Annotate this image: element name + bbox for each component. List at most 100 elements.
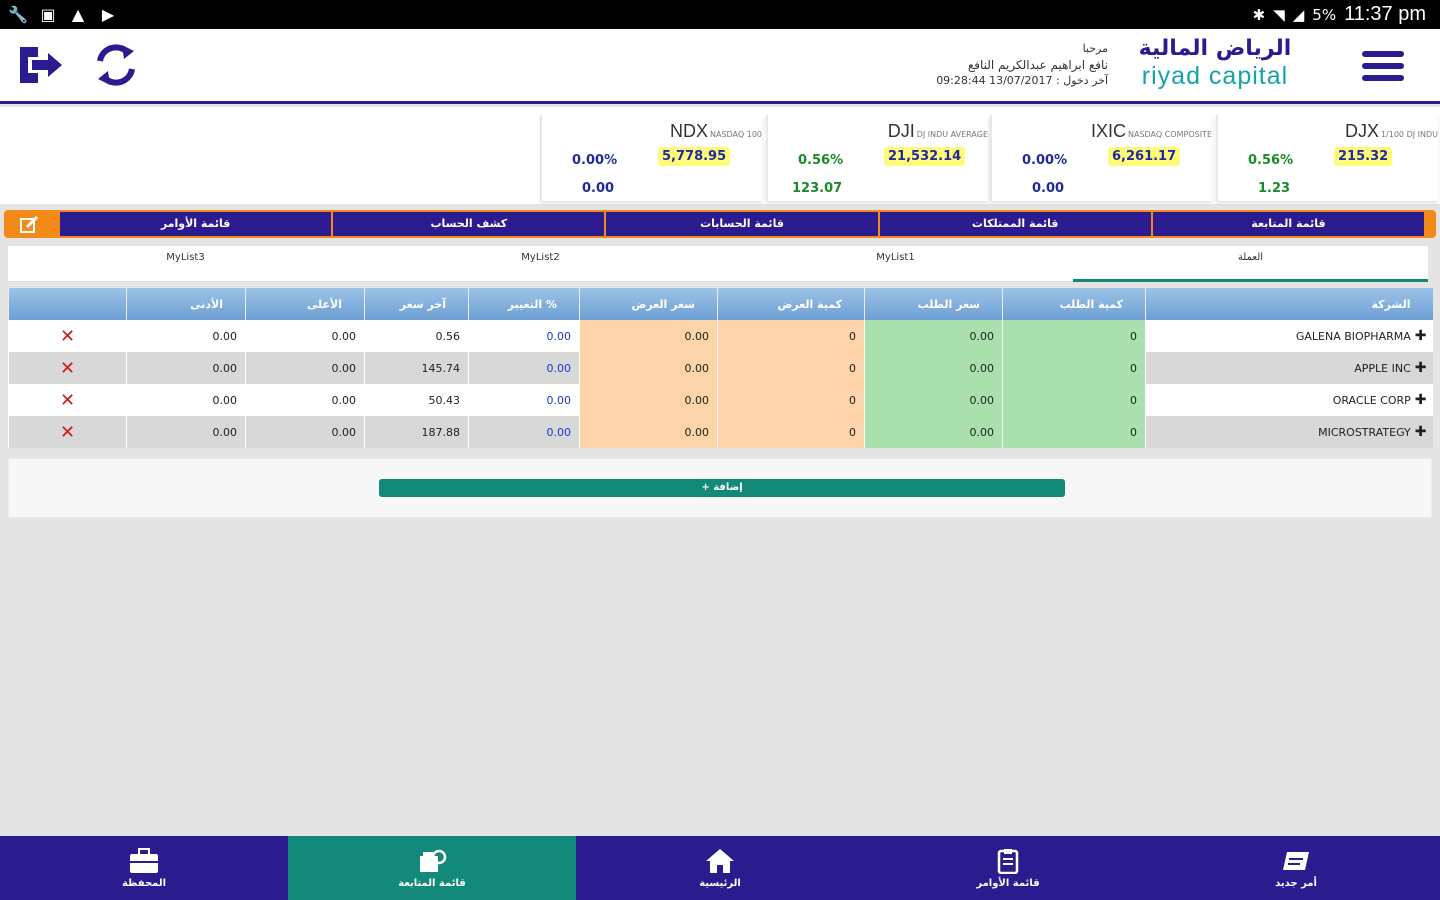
nav-portfolio[interactable]: المحفظة: [0, 836, 288, 900]
tab-account-statement[interactable]: كشف الحساب: [331, 212, 604, 236]
play-store-icon: ▶: [101, 5, 115, 24]
watchlist-table: الأدنى الأعلى آخر سعر التغيير % سعر العر…: [8, 288, 1433, 448]
cell-ask-price: 0.00: [579, 320, 718, 352]
index-symbol: DJX: [1344, 121, 1379, 141]
table-row[interactable]: ✕ 0.00 0.00 50.43 0.00 0.00 0 0.00 0 ORA…: [8, 384, 1433, 416]
col-delete: [8, 288, 127, 320]
clock: 11:37 pm: [1344, 3, 1426, 25]
main-tab-bar: قائمة الأوامر كشف الحساب قائمة الحسابات …: [4, 210, 1436, 238]
nav-label: المحفظة: [121, 877, 167, 889]
add-button[interactable]: + إضافة: [379, 479, 1065, 497]
table-row[interactable]: ✕ 0.00 0.00 145.74 0.00 0.00 0 0.00 0 AP…: [8, 352, 1433, 384]
expand-plus-icon[interactable]: ✚: [1415, 360, 1427, 376]
nav-label: قائمة الأوامر: [976, 877, 1040, 889]
user-info: مرحبا نافع ابراهيم عبدالكريم النافع آخر …: [936, 41, 1108, 89]
nav-orders-list[interactable]: قائمة الأوامر: [864, 836, 1152, 900]
index-card-ndx[interactable]: NDX NASDAQ 100 5,778.95 0.00% 0.00: [540, 115, 762, 201]
nav-label: قائمة المتابعة: [398, 877, 466, 889]
nav-new-order[interactable]: أمر جديد: [1152, 836, 1440, 900]
cell-ask-price: 0.00: [579, 352, 718, 384]
table-row[interactable]: ✕ 0.00 0.00 0.56 0.00 0.00 0 0.00 0 GALE…: [8, 320, 1433, 352]
index-change-pct: 0.00%: [572, 153, 618, 168]
edit-list-icon[interactable]: [8, 214, 52, 236]
bluetooth-icon: ✱: [1252, 5, 1266, 24]
index-change: 0.00: [1032, 181, 1065, 196]
cell-bid-price: 0.00: [864, 416, 1003, 448]
cell-ask-qty: 0: [717, 416, 865, 448]
index-card-djx[interactable]: DJX 1/100 DJ INDU 215.32 0.56% 1.23: [1216, 115, 1438, 201]
index-change-pct: 0.56%: [798, 153, 844, 168]
delete-x-icon[interactable]: ✕: [60, 326, 75, 347]
refresh-icon[interactable]: [92, 43, 140, 87]
cell-bid-qty: 0: [1002, 384, 1146, 416]
list-tab-mylist1[interactable]: MyList1: [718, 246, 1073, 282]
index-subtitle: 1/100 DJ INDU: [1380, 130, 1438, 139]
greeting: مرحبا: [1082, 42, 1108, 55]
cell-low: 0.00: [126, 416, 246, 448]
index-value: 215.32: [1334, 147, 1393, 166]
cell-company: APPLE INC: [1354, 362, 1411, 375]
table-row[interactable]: ✕ 0.00 0.00 187.88 0.00 0.00 0 0.00 0 MI…: [8, 416, 1433, 448]
wifi-icon: ◥: [1273, 5, 1285, 24]
cell-ask-qty: 0: [717, 320, 865, 352]
list-tab-mylist2[interactable]: MyList2: [363, 246, 718, 282]
index-value: 5,778.95: [658, 147, 731, 166]
briefcase-icon: [130, 847, 158, 873]
hamburger-menu-icon[interactable]: [1362, 51, 1404, 81]
new-order-icon: [1283, 851, 1309, 870]
delete-x-icon[interactable]: ✕: [60, 422, 75, 443]
tab-accounts-list[interactable]: قائمة الحسابات: [604, 212, 877, 236]
tab-holdings-list[interactable]: قائمة الممتلكات: [877, 212, 1151, 236]
col-last-price[interactable]: آخر سعر: [364, 288, 469, 320]
gallery-icon: ▣: [40, 5, 56, 24]
index-change-pct: 0.56%: [1248, 153, 1294, 168]
cell-bid-price: 0.00: [864, 320, 1003, 352]
col-bid-qty[interactable]: كمية الطلب: [1002, 288, 1146, 320]
delete-x-icon[interactable]: ✕: [60, 390, 75, 411]
user-name: نافع ابراهيم عبدالكريم النافع: [967, 58, 1108, 72]
logo-arabic: الرياض المالية: [1138, 36, 1292, 61]
home-icon: [706, 848, 734, 873]
col-high[interactable]: الأعلى: [245, 288, 365, 320]
cell-bid-qty: 0: [1002, 352, 1146, 384]
cell-high: 0.00: [245, 320, 365, 352]
index-symbol: DJI: [887, 121, 915, 141]
col-company[interactable]: الشركة: [1145, 288, 1433, 320]
index-value: 21,532.14: [884, 147, 966, 166]
list-tab-mylist3[interactable]: MyList3: [8, 246, 363, 282]
col-change-pct[interactable]: التغيير %: [468, 288, 580, 320]
col-bid-price[interactable]: سعر الطلب: [864, 288, 1003, 320]
status-bar: 🔧 ▣ ▲ ▶ ✱ ◥ ◢ 5% 11:37 pm: [0, 0, 1440, 29]
expand-plus-icon[interactable]: ✚: [1415, 392, 1427, 408]
cell-ask-qty: 0: [717, 352, 865, 384]
nav-home[interactable]: الرئيسية: [576, 836, 864, 900]
indices-ticker: DJX 1/100 DJ INDU 215.32 0.56% 1.23 IXIC N…: [0, 107, 1440, 204]
cell-low: 0.00: [126, 320, 246, 352]
nav-label: أمر جديد: [1275, 877, 1317, 889]
index-subtitle: NASDAQ 100: [710, 130, 762, 139]
col-ask-price[interactable]: سعر العرض: [579, 288, 718, 320]
cell-bid-price: 0.00: [864, 352, 1003, 384]
expand-plus-icon[interactable]: ✚: [1415, 424, 1427, 440]
signal-icon: ◢: [1292, 5, 1305, 24]
logout-icon[interactable]: [16, 43, 64, 87]
nav-watchlist[interactable]: قائمة المتابعة: [288, 836, 576, 900]
tab-watchlist[interactable]: قائمة المتابعة: [1150, 212, 1424, 236]
cell-company: MICROSTRATEGY: [1318, 426, 1411, 439]
cell-bid-price: 0.00: [864, 384, 1003, 416]
index-card-ixic[interactable]: IXIC NASDAQ COMPOSITE 6,261.17 0.00% 0.00: [990, 115, 1212, 201]
list-tab-currency[interactable]: العملة: [1073, 246, 1428, 282]
cell-high: 0.00: [245, 384, 365, 416]
cell-bid-qty: 0: [1002, 320, 1146, 352]
col-low[interactable]: الأدنى: [126, 288, 246, 320]
cell-change-pct: 0.00: [468, 384, 580, 416]
expand-plus-icon[interactable]: ✚: [1415, 328, 1427, 344]
index-change-pct: 0.00%: [1022, 153, 1068, 168]
index-card-dji[interactable]: DJI DJ INDU AVERAGE 21,532.14 0.56% 123.0…: [766, 115, 988, 201]
table-header-row: الأدنى الأعلى آخر سعر التغيير % سعر العر…: [8, 288, 1433, 320]
col-ask-qty[interactable]: كمية العرض: [717, 288, 865, 320]
delete-x-icon[interactable]: ✕: [60, 358, 75, 379]
tab-orders-list[interactable]: قائمة الأوامر: [60, 212, 331, 236]
nav-label: الرئيسية: [699, 877, 741, 889]
wrench-icon: 🔧: [8, 5, 28, 24]
